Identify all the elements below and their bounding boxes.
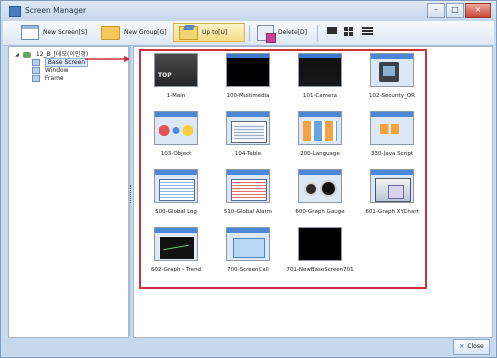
annotation-arrow-icon	[85, 56, 131, 62]
minimize-button[interactable]: –	[427, 3, 445, 18]
toolbar: New Screen[S] New Group[G] Up to[U] Dele…	[3, 21, 494, 46]
screen-thumbnail-500-global-log[interactable]: 500-Global Log	[141, 167, 211, 225]
up-to-button[interactable]: Up to[U]	[173, 23, 245, 42]
thumbnail-caption: 101-Camera	[302, 93, 338, 99]
tree-item-frame[interactable]: Frame	[32, 75, 105, 83]
new-screen-icon	[21, 25, 39, 40]
large-icons-view-button[interactable]	[327, 27, 337, 34]
maximize-button[interactable]: □	[446, 3, 464, 18]
thumbnail-caption: 1-Main	[166, 93, 186, 99]
splitter-grip[interactable]	[130, 185, 132, 203]
thumbnail-caption: 100-Multimedia	[226, 93, 270, 99]
screen-thumbnail-601-graph-xychart[interactable]: 601-Graph XYChart	[357, 167, 427, 225]
toolbar-separator-2	[317, 25, 318, 41]
thumbnail-caption: 500-Global Log	[155, 209, 197, 215]
thumbnail-caption: 104-Table	[234, 151, 262, 157]
up-to-label: Up to[U]	[202, 29, 228, 36]
delete-button[interactable]: Delete[D]	[257, 23, 308, 43]
new-screen-label: New Screen[S]	[43, 29, 88, 36]
screen-thumbnail-330-java-script[interactable]: 330-Java Script	[357, 109, 427, 167]
screen-thumbnail-510-global-alarm[interactable]: 510-Global Alarm	[213, 167, 283, 225]
medium-icons-view-button[interactable]	[344, 27, 354, 36]
screen-manager-app-icon	[9, 6, 21, 17]
tree-item-label: Frame	[44, 75, 64, 82]
tree-item-label: Base Screen	[44, 58, 89, 67]
screen-tree-pane: ◢ 12_B_[데모(이민경) Base Screen Window Frame	[8, 46, 129, 338]
screen-thumbnail-701-newbasescreen701[interactable]: 701-NewBaseScreen701	[285, 225, 355, 283]
screen-thumbnail-700-screencall[interactable]: 700-ScreenCall	[213, 225, 283, 283]
tree-project-label: 12_B_[데모(이민경)	[35, 51, 89, 58]
screen-thumbnail-104-table[interactable]: 104-Table	[213, 109, 283, 167]
large-icons-view-icon	[327, 27, 337, 34]
screen-icon	[32, 75, 40, 82]
thumbnail-caption: 700-ScreenCall	[227, 267, 269, 273]
screen-thumbnail-101-camera[interactable]: 101-Camera	[285, 51, 355, 109]
delete-label: Delete[D]	[278, 29, 308, 36]
window-title: Screen Manager	[25, 6, 87, 15]
new-screen-button[interactable]: New Screen[S]	[21, 23, 87, 42]
screen-icon	[32, 67, 40, 74]
screen-thumbnail-103-object[interactable]: 103-Object	[141, 109, 211, 167]
expand-triangle-icon[interactable]: ◢	[15, 51, 21, 59]
thumbnail-caption: 601-Graph XYChart	[365, 209, 419, 215]
window-controls: – □ ×	[426, 3, 491, 18]
delete-icon	[257, 24, 276, 43]
screen-thumbnail-1-main[interactable]: 1-Main	[141, 51, 211, 109]
thumbnail-caption: 330-Java Script	[370, 151, 414, 157]
details-view-button[interactable]	[362, 27, 373, 35]
thumbnail-caption: 200-Language	[300, 151, 340, 157]
close-window-button[interactable]: ×	[465, 3, 491, 18]
screen-icon	[32, 59, 40, 66]
screen-thumbnail-600-graph-gauge[interactable]: 600-Graph Gauge	[285, 167, 355, 225]
thumbnail-caption: 510-Global Alarm	[223, 209, 273, 215]
thumbnail-caption: 102-Security_QR	[369, 93, 415, 99]
toolbar-separator	[249, 25, 250, 41]
screen-manager-window: Screen Manager – □ × New Screen[S] New G…	[0, 0, 497, 358]
new-group-button[interactable]: New Group[G]	[101, 23, 167, 42]
screen-tree: ◢ 12_B_[데모(이민경) Base Screen Window Frame	[15, 51, 88, 83]
close-label: Close	[467, 343, 484, 350]
close-button[interactable]: ✕ Close	[453, 339, 490, 355]
thumbnail-caption: 600-Graph Gauge	[295, 209, 345, 215]
thumbnail-caption: 602-Graph - Trend	[150, 267, 202, 273]
thumbnail-caption: 701-NewBaseScreen701	[286, 267, 354, 273]
screen-thumbnail-100-multimedia[interactable]: 100-Multimedia	[213, 51, 283, 109]
screen-thumbnail-602-graph-trend[interactable]: 602-Graph - Trend	[141, 225, 211, 283]
folder-icon	[101, 25, 120, 40]
new-group-label: New Group[G]	[124, 29, 167, 36]
tree-item-label: Window	[44, 67, 69, 74]
project-icon	[22, 51, 31, 58]
up-folder-icon	[179, 25, 198, 40]
thumbnail-caption: 103-Object	[160, 151, 192, 157]
title-bar[interactable]: Screen Manager – □ ×	[1, 1, 496, 21]
close-icon: ✕	[459, 343, 465, 350]
footer-bar: ✕ Close	[3, 338, 494, 356]
screen-thumbnail-102-security-qr[interactable]: 102-Security_QR	[357, 51, 427, 109]
tree-item-window[interactable]: Window	[32, 67, 105, 75]
screen-thumbnail-200-language[interactable]: 200-Language	[285, 109, 355, 167]
